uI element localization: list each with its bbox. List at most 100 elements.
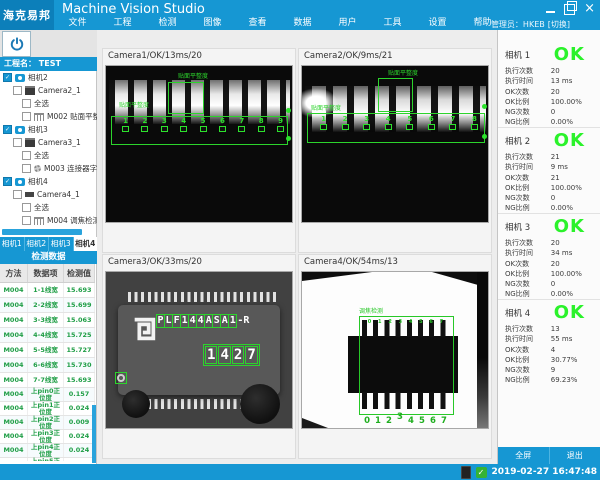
- table-row[interactable]: M0046-6线宽15.730: [0, 358, 95, 373]
- tree-item[interactable]: Camera3_1: [0, 136, 97, 149]
- menu-item-7[interactable]: 用户: [325, 17, 370, 30]
- stat-row: OK次数20: [505, 259, 593, 269]
- user-info: 管理员：HKEB [切换]: [491, 19, 570, 30]
- tree-horizontal-scrollbar[interactable]: [2, 229, 82, 235]
- tree-item[interactable]: 全选: [0, 149, 97, 162]
- pin-number: 6: [428, 116, 435, 130]
- overlay-label: 调焦检测: [359, 309, 383, 315]
- project-tree: 相机2Camera2_1全选M002 贴面平整度相机3Camera3_1全选M0…: [0, 71, 97, 227]
- stat-row: 执行时间34 ms: [505, 248, 593, 258]
- checkbox[interactable]: [22, 203, 31, 212]
- cell: 0.024: [64, 444, 95, 457]
- tab-camera-2[interactable]: 相机2: [25, 237, 50, 251]
- cell: M004: [0, 328, 28, 342]
- stat-row: OK次数20: [505, 87, 593, 97]
- checkbox[interactable]: [3, 73, 12, 82]
- checkbox[interactable]: [13, 138, 22, 147]
- menu-item-9[interactable]: 设置: [415, 17, 460, 30]
- table-header: 方法数据项检测值: [0, 264, 95, 283]
- tree-item-label: 全选: [34, 98, 49, 109]
- table-row[interactable]: M004上pin1正位度0.024: [0, 402, 95, 416]
- power-icon: [10, 37, 24, 51]
- checkbox[interactable]: [3, 125, 12, 134]
- tree-item[interactable]: M004 调焦检测: [0, 214, 97, 227]
- close-icon[interactable]: [584, 3, 595, 15]
- stat-value: 13 ms: [551, 76, 593, 86]
- table-vertical-scrollbar[interactable]: [92, 405, 96, 463]
- menu-item-6[interactable]: 数据: [280, 17, 325, 30]
- cell: 15.063: [64, 313, 95, 327]
- title-bar: 海克易邦 Machine Vision Studio 文件工程检测图像查看数据用…: [0, 0, 600, 30]
- checkbox[interactable]: [13, 190, 22, 199]
- tree-item[interactable]: Camera4_1: [0, 188, 97, 201]
- camera-2-stats: 相机 2OK执行次数21执行时间9 msOK次数21OK比例100.00%NG次…: [498, 128, 600, 214]
- tree-item[interactable]: 相机4: [0, 175, 97, 188]
- table-row[interactable]: M0044-4线宽15.725: [0, 328, 95, 343]
- tab-camera-4[interactable]: 相机4: [74, 237, 98, 251]
- stat-row: 执行次数20: [505, 238, 593, 248]
- fixture-hole: [240, 384, 280, 424]
- overlay-label: 贴面平整度: [178, 74, 208, 80]
- power-button[interactable]: [2, 31, 31, 57]
- switch-user-link[interactable]: [切换]: [548, 19, 570, 30]
- checkbox[interactable]: [22, 112, 31, 121]
- table-row[interactable]: M004上pin0正位度0.157: [0, 388, 95, 402]
- menu-item-2[interactable]: 工程: [100, 17, 145, 30]
- menu-item-5[interactable]: 查看: [235, 17, 280, 30]
- stat-label: OK次数: [505, 259, 551, 269]
- pin-number: 5: [406, 116, 413, 130]
- cell: M004: [0, 402, 28, 415]
- checkbox[interactable]: [22, 216, 31, 225]
- camera1-image: 贴面平整度 贴面平整度 123456789: [105, 65, 293, 223]
- tree-item-label: Camera3_1: [38, 138, 81, 147]
- table-row[interactable]: M0042-2线宽15.699: [0, 298, 95, 313]
- table-row[interactable]: M0045-5线宽15.727: [0, 343, 95, 358]
- table-row[interactable]: M004上pin2正位度0.009: [0, 416, 95, 430]
- table-row[interactable]: M004上pin5正位度0.009: [0, 458, 95, 461]
- restore-icon[interactable]: [564, 4, 575, 15]
- tree-item[interactable]: 相机2: [0, 71, 97, 84]
- minimize-icon[interactable]: [546, 4, 555, 14]
- menu-item-1[interactable]: 文件: [55, 17, 100, 30]
- exit-button[interactable]: 退出: [549, 447, 600, 464]
- menu-bar: 文件工程检测图像查看数据用户工具设置帮助: [55, 17, 505, 30]
- checkbox[interactable]: [22, 164, 31, 173]
- checkbox[interactable]: [22, 151, 31, 160]
- checkbox[interactable]: [3, 177, 12, 186]
- pin-number: 2: [141, 118, 148, 132]
- tree-item[interactable]: 相机3: [0, 123, 97, 136]
- machine-vision-studio-window: 海克易邦 Machine Vision Studio 文件工程检测图像查看数据用…: [0, 0, 600, 480]
- gear-icon: [34, 165, 41, 172]
- project-name-header: 工程名： TEST: [0, 57, 97, 71]
- table-row[interactable]: M0043-3线宽15.063: [0, 313, 95, 328]
- menu-item-8[interactable]: 工具: [370, 17, 415, 30]
- table-row[interactable]: M004上pin3正位度0.024: [0, 430, 95, 444]
- stat-row: NG比例0.00%: [505, 289, 593, 299]
- table-row[interactable]: M004上pin4正位度0.024: [0, 444, 95, 458]
- image-icon: [25, 86, 35, 95]
- stat-row: NG比例0.00%: [505, 117, 593, 127]
- fullscreen-button[interactable]: 全屏: [498, 447, 549, 464]
- tree-item[interactable]: 全选: [0, 97, 97, 110]
- tab-camera-3[interactable]: 相机3: [49, 237, 74, 251]
- tree-item[interactable]: 全选: [0, 201, 97, 214]
- checkbox[interactable]: [22, 99, 31, 108]
- tree-item[interactable]: Camera2_1: [0, 84, 97, 97]
- tree-item[interactable]: M002 贴面平整度: [0, 110, 97, 123]
- stat-label: NG次数: [505, 107, 551, 117]
- stat-row: OK比例100.00%: [505, 269, 593, 279]
- pin-number: 4: [180, 118, 187, 132]
- fixture-hole: [122, 390, 150, 418]
- checkbox[interactable]: [13, 86, 22, 95]
- tab-camera-1[interactable]: 相机1: [0, 237, 25, 251]
- tree-item[interactable]: M003 连接器字符: [0, 162, 97, 175]
- table-row[interactable]: M0041-1线宽15.693: [0, 283, 95, 298]
- pin-number: 0: [364, 416, 370, 426]
- stat-label: 执行次数: [505, 324, 551, 334]
- menu-item-3[interactable]: 检测: [145, 17, 190, 30]
- menu-item-4[interactable]: 图像: [190, 17, 235, 30]
- brand-logo: 海克易邦: [0, 0, 54, 30]
- cell: M004: [0, 458, 28, 461]
- stat-label: OK比例: [505, 97, 551, 107]
- table-row[interactable]: M0047-7线宽15.693: [0, 373, 95, 388]
